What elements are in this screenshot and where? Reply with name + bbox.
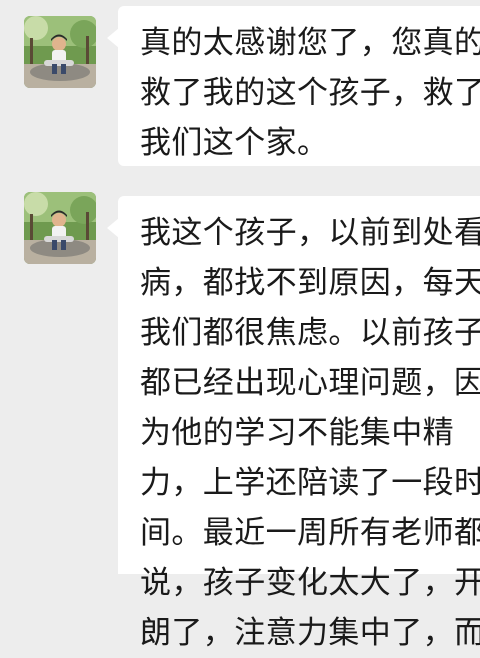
message-text-line: 说，孩子变化太大了，开 — [140, 565, 480, 601]
message-text-line: 我们这个家。 — [140, 125, 329, 161]
message-text-line: 力，上学还陪读了一段时 — [140, 465, 480, 501]
message-text-line: 都已经出现心理问题，因 — [140, 365, 480, 401]
message-text-line: 为他的学习不能集中精 — [140, 415, 454, 451]
message-text-line: 病，都找不到原因，每天 — [140, 265, 480, 301]
message-text-line: 我们都很焦虑。以前孩子 — [140, 315, 480, 351]
avatar[interactable] — [24, 16, 96, 88]
message-text-line: 朗了，注意力集中了，而 — [140, 615, 480, 651]
avatar[interactable] — [24, 192, 96, 264]
message-text-line: 救了我的这个孩子，救了 — [140, 75, 480, 111]
message-text-line: 我这个孩子，以前到处看 — [140, 215, 480, 251]
avatar-photo — [24, 192, 96, 264]
message-text-line: 间。最近一周所有老师都 — [140, 515, 480, 551]
avatar-photo — [24, 16, 96, 88]
message-bubble[interactable]: 我这个孩子，以前到处看 病，都找不到原因，每天 我们都很焦虑。以前孩子 都已经出… — [107, 196, 480, 651]
message-bubble[interactable]: 真的太感谢您了，您真的 救了我的这个孩子，救了 我们这个家。 — [107, 6, 480, 166]
message-text-line: 真的太感谢您了，您真的 — [140, 25, 480, 61]
